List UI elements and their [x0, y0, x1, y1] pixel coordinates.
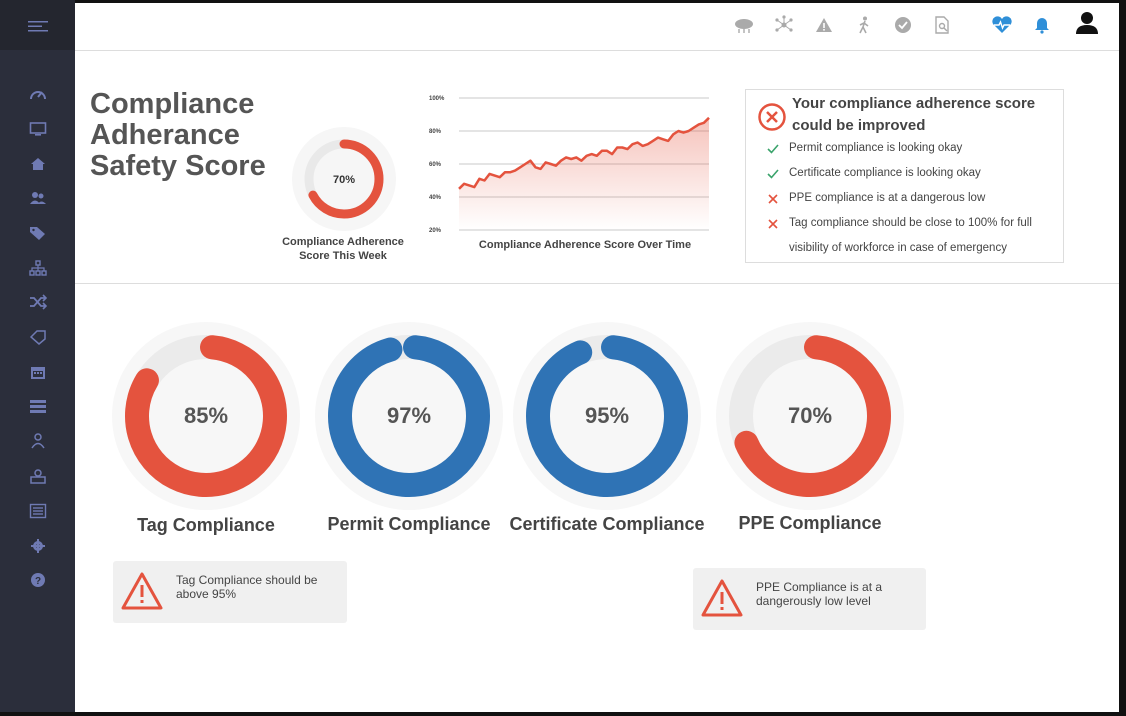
calendar-icon[interactable] [28, 362, 48, 382]
users-icon[interactable] [28, 188, 48, 208]
gauge-value: 97% [386, 403, 432, 428]
status-panel-item: PPE compliance is at a dangerous low [789, 192, 986, 204]
section-divider [75, 283, 1119, 284]
gauge-value: 70% [787, 403, 833, 428]
gauge-label: Tag Compliance [137, 515, 275, 535]
weekly-score-donut: 70% [292, 127, 396, 231]
tags-icon[interactable] [28, 223, 48, 243]
top-bar [75, 3, 1119, 51]
page-title-line-3: Safety Score [90, 150, 266, 182]
sidebar: ? [0, 0, 75, 712]
trend-chart-title: Compliance Adherence Score Over Time [478, 239, 692, 251]
y-tick-label: 100% [429, 96, 445, 102]
cross-icon [768, 194, 778, 204]
warning-card-tag: Tag Compliance should be above 95% [113, 561, 347, 623]
warning-text-ppe: PPE Compliance is at a dangerously low l… [756, 580, 883, 608]
user-icon[interactable] [1074, 11, 1100, 35]
y-tick-label: 80% [429, 129, 442, 135]
status-panel-item: Permit compliance is looking okay [789, 142, 963, 154]
status-panel-item: Tag compliance should be close to 100% f… [789, 217, 1032, 229]
weekly-score-caption-line-1: Compliance Adherence [282, 236, 404, 248]
y-tick-label: 20% [429, 228, 442, 234]
status-panel-item: visibility of workforce in case of emerg… [789, 242, 1007, 254]
walking-person-icon[interactable] [854, 15, 874, 35]
person-icon[interactable] [28, 431, 48, 451]
cross-icon [768, 219, 778, 229]
warning-triangle-icon [701, 579, 743, 617]
bell-icon[interactable] [1032, 15, 1052, 35]
weekly-score-caption: Compliance Adherence Score This Week [273, 235, 413, 263]
weekly-score-caption-line-2: Score This Week [299, 250, 387, 262]
page-title-line-2: Adherance [90, 119, 240, 151]
help-icon[interactable]: ? [28, 570, 48, 590]
shuffle-icon[interactable] [28, 292, 48, 312]
weekly-score-value: 70% [333, 174, 355, 186]
gauge-value: 85% [183, 403, 229, 428]
heart-pulse-icon[interactable] [991, 15, 1013, 35]
tag-outline-icon[interactable] [28, 327, 48, 347]
status-panel-item: Certificate compliance is looking okay [789, 167, 981, 179]
page-title-line-1: Compliance [90, 88, 255, 120]
gauge-label: PPE Compliance [738, 513, 882, 533]
status-panel-heading: Your compliance adherence score could be… [792, 95, 1036, 134]
gauge-label: Certificate Compliance [509, 514, 705, 534]
svg-text:?: ? [35, 576, 41, 587]
error-circle-icon [758, 103, 786, 131]
menu-icon[interactable] [26, 16, 50, 36]
check-circle-icon[interactable] [893, 15, 913, 35]
document-search-icon[interactable] [932, 15, 952, 35]
main-content: Compliance Adherance Safety Score 70% Co… [75, 3, 1119, 712]
page-title: Compliance Adherance Safety Score [90, 89, 280, 182]
home-icon[interactable] [28, 154, 48, 174]
status-panel: Your compliance adherence score could be… [745, 89, 1064, 263]
network-icon[interactable] [774, 15, 794, 35]
list-icon[interactable] [28, 396, 48, 416]
gauge-value: 95% [584, 403, 630, 428]
dashboard-icon[interactable] [28, 84, 48, 104]
warning-icon[interactable] [814, 15, 834, 35]
warning-triangle-icon [121, 572, 163, 610]
monitor-icon[interactable] [28, 119, 48, 139]
trend-chart: 100% 80% 60% 40% 20% [429, 96, 710, 234]
org-chart-icon[interactable] [28, 258, 48, 278]
badge-icon[interactable] [28, 466, 48, 486]
y-tick-label: 40% [429, 195, 442, 201]
warning-text-tag: Tag Compliance should be above 95% [176, 573, 318, 601]
check-icon [767, 169, 779, 179]
sidebar-header [0, 0, 75, 50]
y-tick-label: 60% [429, 162, 442, 168]
app-frame: ? Compliance Adherance Safety Score 70% [0, 0, 1126, 716]
gear-icon[interactable] [28, 536, 48, 556]
table-icon[interactable] [28, 501, 48, 521]
gauge-label: Permit Compliance [327, 514, 491, 534]
cloud-icon[interactable] [733, 15, 753, 35]
warning-card-ppe: PPE Compliance is at a dangerously low l… [693, 568, 926, 630]
check-icon [767, 144, 779, 154]
